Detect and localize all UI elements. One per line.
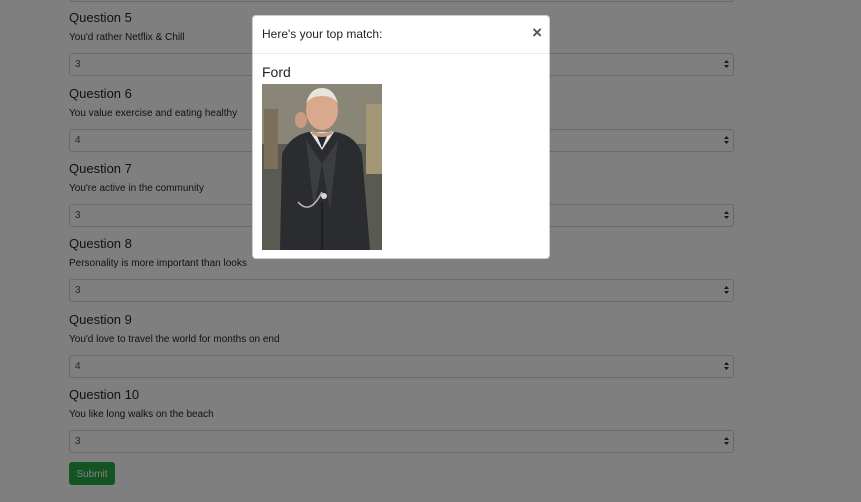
modal-title: Here's your top match:: [262, 27, 383, 41]
page: Question 5 You'd rather Netflix & Chill …: [0, 0, 861, 502]
modal-header: Here's your top match: ×: [253, 16, 549, 54]
match-name: Ford: [262, 64, 291, 80]
match-photo: [262, 84, 382, 250]
close-icon[interactable]: ×: [532, 24, 542, 41]
top-match-modal: Here's your top match: × Ford: [252, 15, 550, 259]
